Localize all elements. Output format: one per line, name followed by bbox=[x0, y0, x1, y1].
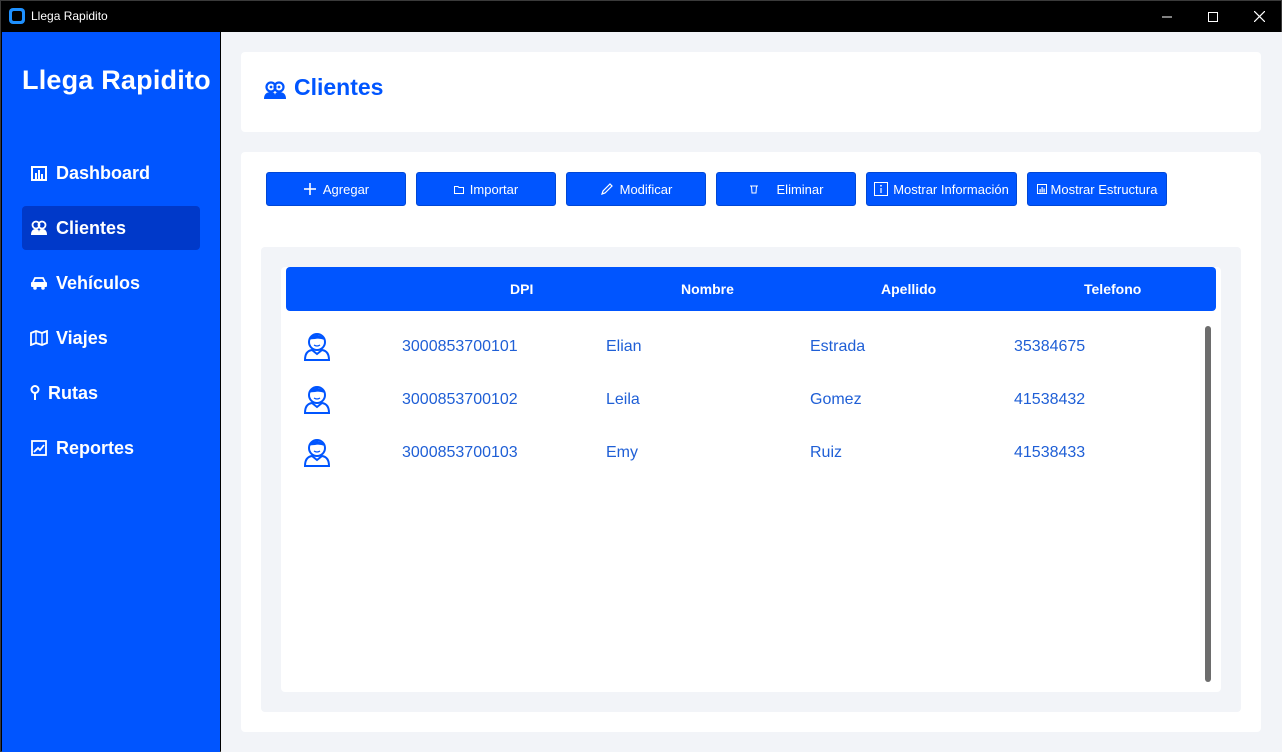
show-info-button-label: Mostrar Información bbox=[893, 181, 1009, 197]
sidebar-item-label: Vehículos bbox=[56, 272, 141, 293]
sidebar-item-viajes[interactable]: Viajes bbox=[22, 316, 200, 360]
user-avatar-icon bbox=[304, 386, 330, 414]
modify-button[interactable]: Modificar bbox=[566, 172, 706, 206]
cell-nombre: Elian bbox=[606, 338, 642, 355]
cell-nombre: Leila bbox=[606, 391, 640, 408]
cell-apellido: Gomez bbox=[810, 391, 862, 408]
title-bar[interactable]: Llega Rapidito bbox=[1, 1, 1281, 32]
car-icon bbox=[30, 274, 48, 292]
sidebar-item-vehiculos[interactable]: Vehículos bbox=[22, 261, 200, 305]
structure-icon bbox=[1036, 184, 1047, 194]
app-window: Llega Rapidito Llega Rapidito Dashboard … bbox=[0, 0, 1282, 752]
minimize-button[interactable] bbox=[1144, 1, 1190, 32]
window-title: Llega Rapidito bbox=[31, 9, 108, 23]
add-button-label: Agregar bbox=[322, 181, 370, 197]
pin-icon bbox=[30, 384, 40, 402]
sidebar: Llega Rapidito Dashboard Clientes Vehícu… bbox=[2, 32, 220, 752]
delete-button-label: Eliminar bbox=[776, 181, 824, 197]
user-avatar-icon bbox=[304, 439, 330, 467]
cell-dpi: 3000853700101 bbox=[402, 338, 518, 355]
page-title: Clientes bbox=[294, 74, 384, 100]
brand-title: Llega Rapidito bbox=[22, 65, 211, 95]
import-button[interactable]: Importar bbox=[416, 172, 556, 206]
sidebar-item-rutas[interactable]: Rutas bbox=[22, 371, 200, 415]
maximize-button[interactable] bbox=[1190, 1, 1236, 32]
app-icon bbox=[9, 8, 25, 24]
maximize-icon bbox=[1208, 11, 1218, 22]
trash-icon bbox=[749, 184, 759, 194]
sidebar-item-label: Rutas bbox=[48, 382, 99, 403]
cell-dpi: 3000853700103 bbox=[402, 444, 518, 461]
delete-button[interactable]: Eliminar bbox=[716, 172, 856, 206]
close-button[interactable] bbox=[1236, 1, 1282, 32]
modify-button-label: Modificar bbox=[619, 181, 673, 197]
content-panel: Agregar Importar Modificar Eliminar Most… bbox=[241, 152, 1261, 732]
sidebar-item-clientes[interactable]: Clientes bbox=[22, 206, 200, 250]
pencil-icon bbox=[600, 182, 614, 196]
cell-nombre: Emy bbox=[606, 444, 638, 461]
users-icon bbox=[30, 219, 48, 237]
import-button-label: Importar bbox=[469, 181, 519, 197]
cell-telefono: 35384675 bbox=[1014, 338, 1086, 355]
column-header-nombre: Nombre bbox=[681, 281, 734, 297]
sidebar-item-label: Clientes bbox=[56, 217, 127, 238]
show-structure-button-label: Mostrar Estructura bbox=[1050, 181, 1158, 197]
close-icon bbox=[1253, 11, 1265, 22]
sidebar-item-label: Reportes bbox=[56, 437, 135, 458]
table-row[interactable]: 3000853700101 Elian Estrada 35384675 bbox=[281, 331, 1201, 381]
folder-icon bbox=[453, 185, 464, 194]
user-avatar-icon bbox=[304, 333, 330, 361]
clients-table: DPI Nombre Apellido Telefono 30008537001… bbox=[281, 267, 1221, 692]
minimize-icon bbox=[1162, 16, 1172, 17]
show-structure-button[interactable]: Mostrar Estructura bbox=[1027, 172, 1167, 206]
cell-apellido: Ruiz bbox=[810, 444, 843, 461]
table-row[interactable]: 3000853700103 Emy Ruiz 41538433 bbox=[281, 437, 1201, 487]
sidebar-item-reportes[interactable]: Reportes bbox=[22, 426, 200, 470]
table-row[interactable]: 3000853700102 Leila Gomez 41538432 bbox=[281, 384, 1201, 434]
map-icon bbox=[30, 329, 48, 347]
cell-telefono: 41538433 bbox=[1014, 444, 1086, 461]
cell-apellido: Estrada bbox=[810, 338, 866, 355]
main-content: Clientes Agregar Importar Modificar Elim… bbox=[221, 32, 1282, 752]
column-header-telefono: Telefono bbox=[1084, 281, 1142, 297]
sidebar-item-label: Dashboard bbox=[56, 162, 151, 183]
info-icon bbox=[874, 182, 889, 196]
bar-chart-icon bbox=[30, 164, 48, 182]
sidebar-item-dashboard[interactable]: Dashboard bbox=[22, 151, 200, 195]
cell-dpi: 3000853700102 bbox=[402, 391, 518, 408]
cell-telefono: 41538432 bbox=[1014, 391, 1086, 408]
sidebar-item-label: Viajes bbox=[56, 327, 108, 348]
table-header: DPI Nombre Apellido Telefono bbox=[286, 267, 1216, 311]
report-icon bbox=[30, 439, 48, 457]
add-button[interactable]: Agregar bbox=[266, 172, 406, 206]
users-icon bbox=[264, 81, 286, 99]
plus-icon bbox=[303, 182, 317, 196]
show-info-button[interactable]: Mostrar Información bbox=[866, 172, 1017, 206]
column-header-apellido: Apellido bbox=[881, 281, 937, 297]
column-header-dpi: DPI bbox=[510, 281, 534, 297]
table-container: DPI Nombre Apellido Telefono 30008537001… bbox=[261, 247, 1241, 712]
page-header: Clientes bbox=[241, 52, 1261, 132]
table-scrollbar[interactable] bbox=[1205, 326, 1211, 682]
